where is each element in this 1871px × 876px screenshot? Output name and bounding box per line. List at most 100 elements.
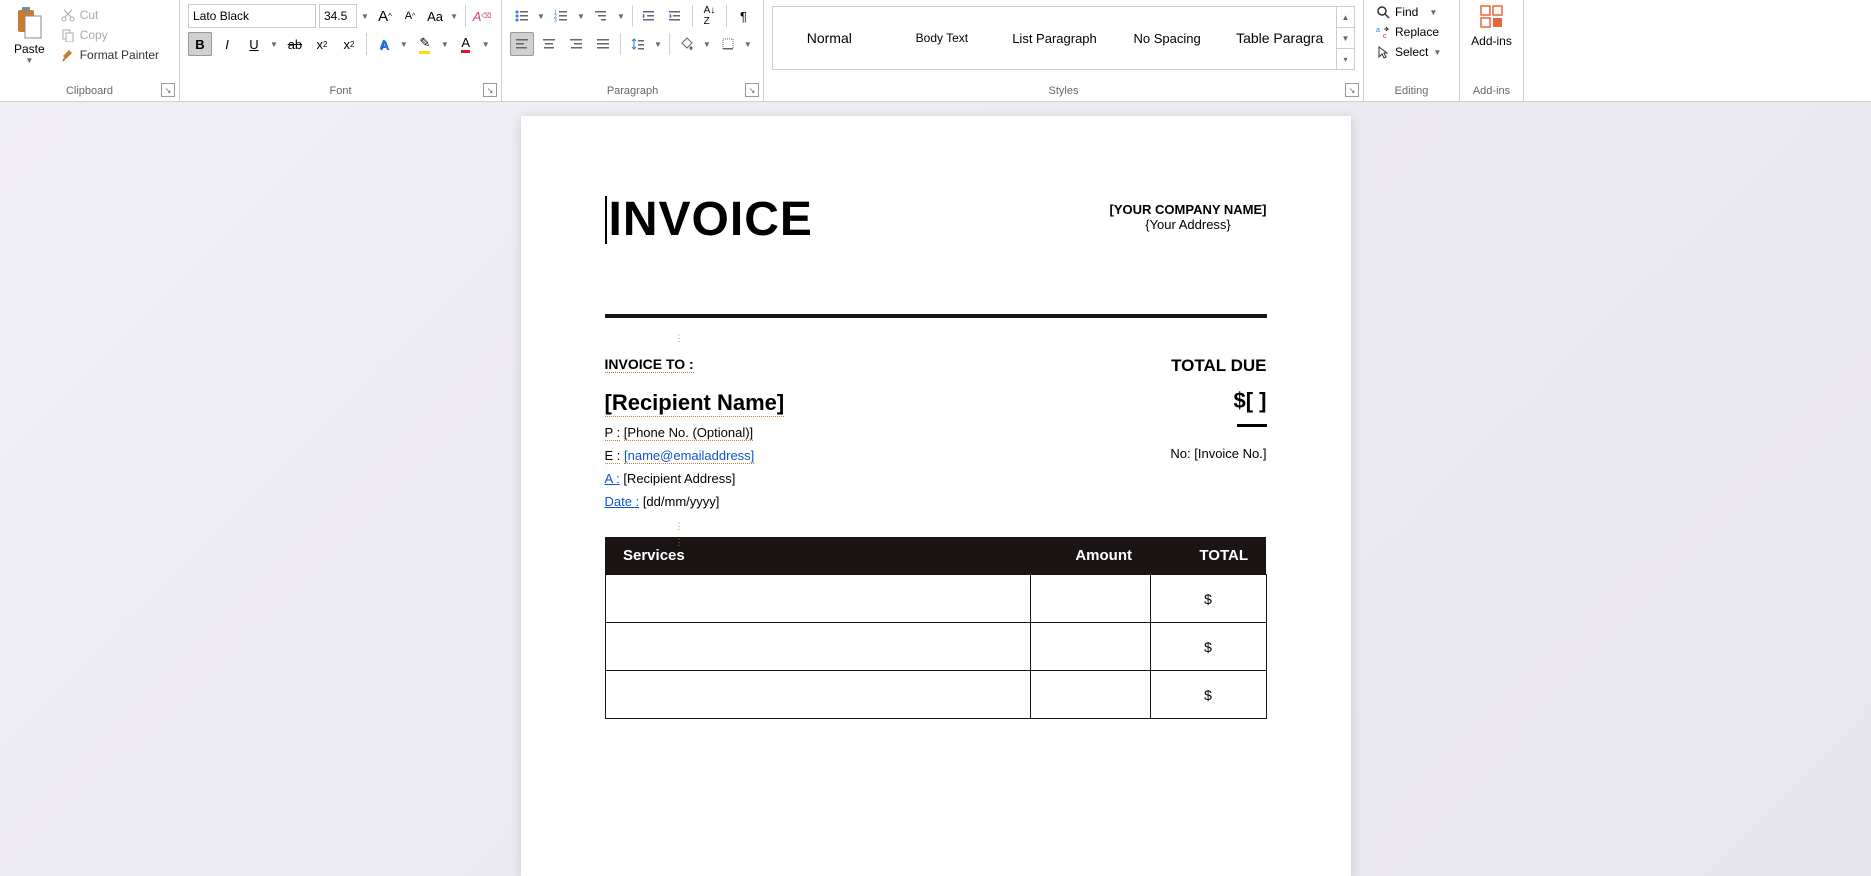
- document-canvas[interactable]: INVOICE [YOUR COMPANY NAME] {Your Addres…: [0, 102, 1871, 876]
- copy-button[interactable]: Copy: [57, 26, 163, 44]
- style-body-text[interactable]: Body Text: [886, 7, 999, 69]
- clipboard-group: Paste ▼ Cut Copy Format Painter Clipboar…: [0, 0, 180, 101]
- email-value: [name@emailaddress]: [624, 448, 754, 464]
- shading-button[interactable]: [675, 32, 699, 56]
- styles-group-label: Styles: [764, 85, 1363, 97]
- table-row[interactable]: $: [605, 575, 1266, 623]
- grow-font-button[interactable]: A^: [374, 4, 396, 28]
- paragraph-launcher[interactable]: ↘: [745, 83, 759, 97]
- svg-text:c: c: [1383, 33, 1387, 39]
- style-list-paragraph[interactable]: List Paragraph: [998, 7, 1111, 69]
- find-button[interactable]: Find ▼: [1372, 2, 1451, 22]
- addins-group-label: Add-ins: [1460, 85, 1523, 97]
- italic-button[interactable]: I: [215, 32, 239, 56]
- styles-group: Normal Body Text List Paragraph No Spaci…: [764, 0, 1364, 101]
- ribbon-toolbar: Paste ▼ Cut Copy Format Painter Clipboar…: [0, 0, 1871, 102]
- chevron-down-icon[interactable]: ▼: [480, 34, 492, 55]
- chevron-down-icon[interactable]: ▼: [701, 34, 713, 55]
- justify-button[interactable]: [591, 32, 615, 56]
- chevron-down-icon[interactable]: ▼: [398, 34, 410, 55]
- svg-text:3: 3: [554, 18, 557, 23]
- phone-label: P :: [605, 425, 621, 441]
- divider: [605, 314, 1267, 318]
- sort-button[interactable]: A↓Z: [698, 4, 721, 28]
- styles-launcher[interactable]: ↘: [1345, 83, 1359, 97]
- svg-text:a: a: [1376, 27, 1380, 34]
- bullets-button[interactable]: [510, 4, 533, 28]
- email-label: E :: [605, 448, 621, 464]
- table-row[interactable]: $: [605, 623, 1266, 671]
- font-size-input[interactable]: [319, 4, 357, 28]
- address-value: [Recipient Address]: [623, 471, 735, 486]
- date-value: [dd/mm/yyyy]: [643, 494, 720, 509]
- bold-button[interactable]: B: [188, 32, 212, 56]
- style-no-spacing[interactable]: No Spacing: [1111, 7, 1224, 69]
- document-title[interactable]: INVOICE: [605, 196, 813, 244]
- replace-icon: ac: [1376, 25, 1390, 39]
- style-table-paragraph[interactable]: Table Paragra: [1223, 7, 1336, 69]
- font-name-select[interactable]: [188, 4, 316, 28]
- format-painter-button[interactable]: Format Painter: [57, 46, 163, 64]
- chevron-down-icon[interactable]: ▼: [439, 34, 451, 55]
- text-effects-button[interactable]: A: [372, 32, 396, 56]
- shrink-font-button[interactable]: A^: [399, 4, 421, 28]
- chevron-down-icon[interactable]: ▼: [359, 6, 371, 27]
- font-launcher[interactable]: ↘: [483, 83, 497, 97]
- styles-expand[interactable]: ▾: [1337, 49, 1354, 69]
- document-page[interactable]: INVOICE [YOUR COMPANY NAME] {Your Addres…: [521, 116, 1351, 876]
- clear-formatting-button[interactable]: A⌫: [471, 4, 493, 28]
- borders-button[interactable]: [716, 32, 740, 56]
- styles-scroll-up[interactable]: ▲: [1337, 7, 1354, 28]
- align-left-button[interactable]: [510, 32, 534, 56]
- select-button[interactable]: Select ▼: [1372, 42, 1451, 62]
- font-color-button[interactable]: A: [454, 32, 478, 56]
- show-marks-button[interactable]: ¶: [732, 4, 755, 28]
- table-row[interactable]: $: [605, 671, 1266, 719]
- chevron-down-icon[interactable]: ▼: [615, 6, 627, 27]
- underline-button[interactable]: U: [242, 32, 266, 56]
- recipient-name: [Recipient Name]: [605, 390, 785, 417]
- services-table[interactable]: Services Amount TOTAL $ $ $: [605, 537, 1267, 719]
- cursor-icon: [1376, 45, 1390, 59]
- highlight-button[interactable]: ✎: [413, 32, 437, 56]
- multilevel-list-button[interactable]: [590, 4, 613, 28]
- invoice-to-label: INVOICE TO :: [605, 356, 694, 373]
- chevron-down-icon[interactable]: ▼: [535, 6, 547, 27]
- strikethrough-button[interactable]: ab: [283, 32, 307, 56]
- chevron-down-icon[interactable]: ▼: [652, 34, 664, 55]
- addins-group[interactable]: Add-ins Add-ins: [1460, 0, 1524, 101]
- chevron-down-icon[interactable]: ▼: [575, 6, 587, 27]
- table-header-total: TOTAL: [1150, 537, 1266, 575]
- recipient-block[interactable]: INVOICE TO : [Recipient Name] P : [Phone…: [605, 356, 785, 509]
- chevron-down-icon[interactable]: ▼: [742, 34, 754, 55]
- total-due-label: TOTAL DUE: [1170, 356, 1266, 376]
- change-case-button[interactable]: Aa: [424, 4, 446, 28]
- line-spacing-button[interactable]: [626, 32, 650, 56]
- invoice-no-value: [Invoice No.]: [1194, 446, 1266, 461]
- chevron-down-icon[interactable]: ▼: [448, 6, 460, 27]
- style-normal[interactable]: Normal: [773, 7, 886, 69]
- numbering-button[interactable]: 123: [550, 4, 573, 28]
- cut-button[interactable]: Cut: [57, 6, 163, 24]
- clipboard-group-label: Clipboard: [0, 85, 179, 97]
- clipboard-launcher[interactable]: ↘: [161, 83, 175, 97]
- decrease-indent-button[interactable]: [638, 4, 661, 28]
- editing-group: Find ▼ ac Replace Select ▼ Editing: [1364, 0, 1460, 101]
- total-due-value: $[ ]: [1170, 388, 1266, 414]
- addins-icon: [1479, 4, 1505, 30]
- align-center-button[interactable]: [537, 32, 561, 56]
- company-block[interactable]: [YOUR COMPANY NAME] {Your Address}: [1110, 202, 1267, 232]
- totals-block[interactable]: TOTAL DUE $[ ] No: [Invoice No.]: [1170, 356, 1266, 509]
- superscript-button[interactable]: x2: [337, 32, 361, 56]
- replace-button[interactable]: ac Replace: [1372, 22, 1451, 42]
- chevron-down-icon[interactable]: ▼: [268, 34, 280, 55]
- chevron-down-icon: ▼: [1429, 8, 1437, 17]
- paste-label: Paste: [14, 42, 45, 56]
- styles-scroll-down[interactable]: ▼: [1337, 28, 1354, 49]
- align-right-button[interactable]: [564, 32, 588, 56]
- increase-indent-button[interactable]: [664, 4, 687, 28]
- search-icon: [1376, 5, 1390, 19]
- subscript-button[interactable]: x2: [310, 32, 334, 56]
- company-name: [YOUR COMPANY NAME]: [1110, 202, 1267, 217]
- address-label: A :: [605, 471, 620, 486]
